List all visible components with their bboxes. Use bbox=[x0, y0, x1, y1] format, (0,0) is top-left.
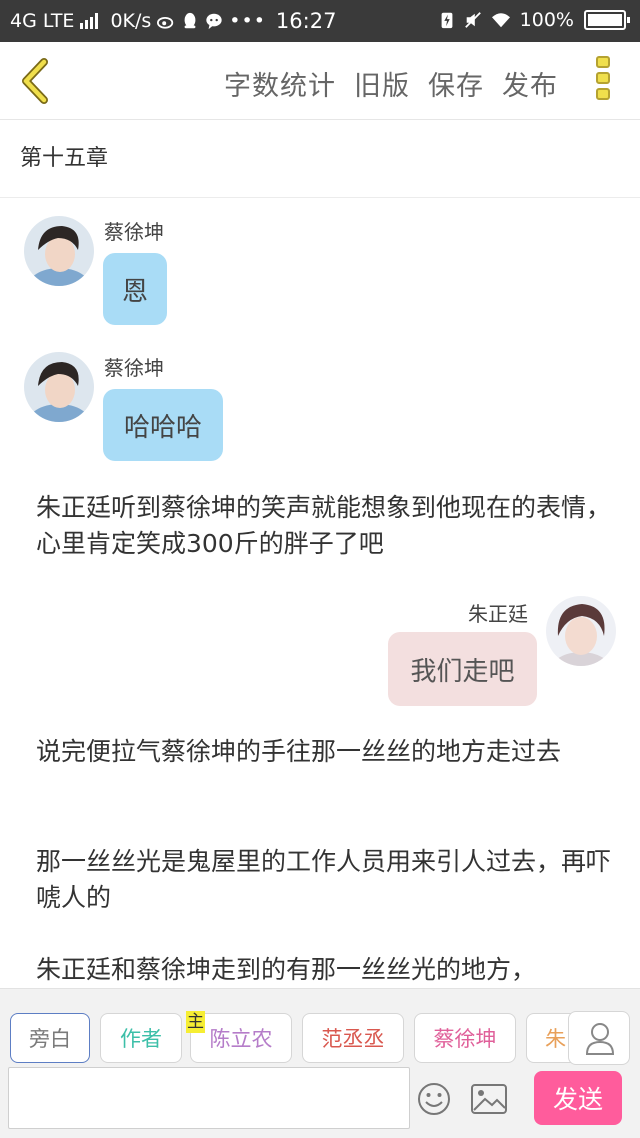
role-chip-chen[interactable]: 陈立农 bbox=[190, 1013, 292, 1063]
publish-button[interactable]: 发布 bbox=[502, 64, 558, 103]
chat-message[interactable]: 蔡徐坤 哈哈哈 bbox=[0, 334, 640, 474]
battery-icon bbox=[584, 10, 630, 30]
role-chip-cai[interactable]: 蔡徐坤 bbox=[414, 1013, 516, 1063]
chat-bubble[interactable]: 恩 bbox=[103, 253, 167, 325]
narration-text[interactable]: 说完便拉气蔡徐坤的手往那一丝丝的地方走过去 bbox=[36, 734, 612, 770]
composer-row: 发送 bbox=[0, 1067, 640, 1129]
save-button[interactable]: 保存 bbox=[428, 64, 484, 103]
signal-icon bbox=[80, 13, 99, 29]
word-count-button[interactable]: 字数统计 bbox=[224, 64, 336, 103]
chevron-left-icon[interactable] bbox=[14, 56, 58, 106]
chat-message[interactable]: 蔡徐坤 恩 bbox=[0, 198, 640, 338]
chat-bubble[interactable]: 我们走吧 bbox=[388, 632, 537, 706]
sender-name: 蔡徐坤 bbox=[104, 356, 164, 380]
main-role-badge: 主 bbox=[186, 1011, 205, 1033]
narration-text[interactable]: 那一丝丝光是鬼屋里的工作人员用来引人过去，再吓唬人的 bbox=[36, 844, 612, 916]
image-icon[interactable] bbox=[470, 1083, 508, 1115]
story-content[interactable]: 蔡徐坤 恩 蔡徐坤 哈哈哈 朱正廷听到蔡徐坤的笑声就能想象到他现在的表情，心里肯… bbox=[0, 198, 640, 988]
chat-bubble[interactable]: 哈哈哈 bbox=[103, 389, 223, 461]
narration-text[interactable]: 朱正廷和蔡徐坤走到的有那一丝丝光的地方， bbox=[36, 952, 612, 988]
menu-icon[interactable] bbox=[596, 56, 614, 106]
network-type: 4G LTE bbox=[10, 10, 75, 32]
mute-icon bbox=[464, 12, 481, 28]
wifi-icon bbox=[491, 13, 510, 28]
chat-message[interactable]: 朱正廷 我们走吧 bbox=[0, 578, 640, 718]
role-selector: 旁白 作者 陈立农 主 范丞丞 蔡徐坤 朱 bbox=[0, 1011, 640, 1067]
chapter-title: 第十五章 bbox=[20, 146, 109, 171]
send-button[interactable]: 发送 bbox=[534, 1071, 622, 1125]
avatar[interactable] bbox=[24, 352, 94, 422]
battery-saver-icon bbox=[441, 12, 453, 29]
role-chip-narrator[interactable]: 旁白 bbox=[10, 1013, 90, 1063]
clock: 16:27 bbox=[275, 9, 337, 33]
battery-percent: 100% bbox=[519, 9, 574, 31]
avatar[interactable] bbox=[24, 216, 94, 286]
sender-name: 蔡徐坤 bbox=[104, 220, 164, 244]
network-speed: 0K/s bbox=[110, 10, 152, 32]
smiley-icon[interactable] bbox=[416, 1081, 452, 1117]
status-bar: 4G LTE 0K/s ••• 16:27 100% bbox=[0, 0, 640, 42]
sender-name: 朱正廷 bbox=[468, 602, 528, 626]
message-input[interactable] bbox=[8, 1067, 410, 1129]
chapter-title-bar[interactable]: 第十五章 bbox=[0, 120, 640, 198]
qq-icon bbox=[184, 12, 196, 29]
wechat-icon bbox=[206, 13, 222, 30]
old-version-button[interactable]: 旧版 bbox=[354, 64, 410, 103]
avatar[interactable] bbox=[546, 596, 616, 666]
composer-panel: 旁白 作者 陈立农 主 范丞丞 蔡徐坤 朱 发送 bbox=[0, 988, 640, 1138]
editor-toolbar: 字数统计 旧版 保存 发布 bbox=[0, 42, 640, 120]
person-icon[interactable] bbox=[568, 1011, 630, 1065]
more-dots-icon: ••• bbox=[229, 10, 266, 32]
weibo-icon bbox=[157, 16, 174, 29]
role-chip-author[interactable]: 作者 bbox=[100, 1013, 182, 1063]
narration-text[interactable]: 朱正廷听到蔡徐坤的笑声就能想象到他现在的表情，心里肯定笑成300斤的胖子了吧 bbox=[36, 490, 612, 562]
role-chip-fan[interactable]: 范丞丞 bbox=[302, 1013, 404, 1063]
